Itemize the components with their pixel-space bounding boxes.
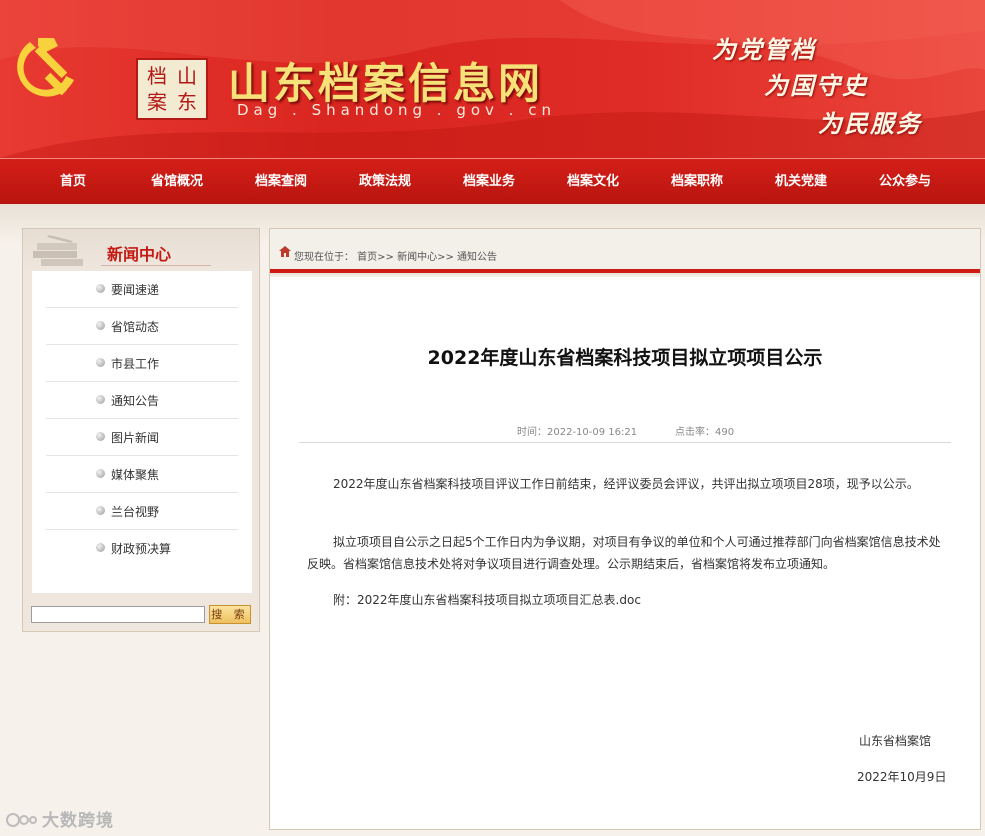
hammer-sickle-icon	[17, 38, 74, 97]
watermark-text: 大数跨境	[42, 811, 114, 831]
nav-item-public[interactable]: 公众参与	[879, 159, 931, 205]
sidebar-item-photo-news[interactable]: 图片新闻	[46, 419, 238, 456]
sidebar-item-museum-news[interactable]: 省馆动态	[46, 308, 238, 345]
bullet-icon	[96, 321, 105, 330]
nav-item-business[interactable]: 档案业务	[463, 159, 515, 205]
watermark-logo-icon	[6, 813, 37, 827]
seal-char: 案	[147, 90, 167, 114]
sidebar-item-label: 要闻速递	[111, 283, 160, 297]
search-input[interactable]	[31, 606, 205, 623]
meta-divider	[299, 442, 951, 443]
nav-item-party[interactable]: 机关党建	[775, 159, 827, 205]
bullet-icon	[96, 395, 105, 404]
slogan: 为国守史	[764, 71, 868, 100]
bullet-icon	[96, 469, 105, 478]
sidebar-item-media[interactable]: 媒体聚焦	[46, 456, 238, 493]
home-icon	[279, 246, 291, 257]
nav-item-overview[interactable]: 省馆概况	[151, 159, 203, 205]
site-domain: Dag . Shandong . gov . cn	[237, 101, 556, 119]
bullet-icon	[96, 543, 105, 552]
breadcrumb-bar: 您现在位于： 首页>> 新闻中心>> 通知公告	[270, 229, 980, 269]
hit-count: 点击率：490	[675, 427, 735, 438]
slogan: 为民服务	[818, 109, 922, 138]
sidebar-menu: 要闻速递 省馆动态 市县工作 通知公告 图片新闻 媒体聚焦 兰台视野 财政预决算	[32, 271, 252, 593]
sidebar-item-label: 媒体聚焦	[111, 468, 160, 482]
logo-seal: 档 山 案 东	[136, 58, 208, 120]
nav-item-culture[interactable]: 档案文化	[567, 159, 619, 205]
signature-org: 山东省档案馆	[859, 734, 932, 748]
bullet-icon	[96, 432, 105, 441]
sidebar-item-label: 省馆动态	[111, 320, 160, 334]
sidebar-item-notices[interactable]: 通知公告	[46, 382, 238, 419]
sidebar-item-headlines[interactable]: 要闻速递	[46, 271, 238, 308]
seal-char: 山	[177, 64, 197, 88]
sidebar-title: 新闻中心	[107, 245, 172, 264]
sidebar-title-underline	[101, 265, 211, 266]
header-divider	[270, 269, 980, 277]
article-paragraph: 2022年度山东省档案科技项目评议工作日前结束，经评议委员会评议，共评出拟立项项…	[333, 477, 919, 491]
publish-time: 时间：2022-10-09 16:21	[517, 427, 638, 438]
sidebar-item-label: 兰台视野	[111, 505, 160, 519]
nav-item-archive-lookup[interactable]: 档案查阅	[255, 159, 307, 205]
sidebar-item-label: 通知公告	[111, 394, 160, 408]
sidebar: 新闻中心 要闻速递 省馆动态 市县工作 通知公告 图片新闻 媒体聚焦 兰台视野 …	[22, 228, 260, 632]
breadcrumb[interactable]: 您现在位于： 首页>> 新闻中心>> 通知公告	[294, 248, 497, 263]
main-nav: 首页 省馆概况 档案查阅 政策法规 档案业务 档案文化 档案职称 机关党建 公众…	[0, 158, 985, 204]
seal-char: 档	[147, 64, 167, 88]
sidebar-item-lantai[interactable]: 兰台视野	[46, 493, 238, 530]
nav-item-policy[interactable]: 政策法规	[359, 159, 411, 205]
site-header: 档 山 案 东 山东档案信息网 Dag . Shandong . gov . c…	[0, 0, 985, 158]
sidebar-item-label: 图片新闻	[111, 431, 160, 445]
attachment-link[interactable]: 附：2022年度山东省档案科技项目拟立项项目汇总表.doc	[307, 589, 947, 611]
article-paragraph: 拟立项项目自公示之日起5个工作日内为争议期，对项目有争议的单位和个人可通过推荐部…	[307, 535, 941, 571]
bullet-icon	[96, 506, 105, 515]
nav-item-home[interactable]: 首页	[60, 159, 86, 205]
search-button[interactable]: 搜 索	[209, 605, 251, 624]
article-panel: 您现在位于： 首页>> 新闻中心>> 通知公告 2022年度山东省档案科技项目拟…	[269, 228, 981, 830]
signature-date: 2022年10月9日	[857, 770, 947, 784]
seal-char: 东	[177, 90, 197, 114]
sidebar-item-label: 市县工作	[111, 357, 160, 371]
slogan: 为党管档	[712, 35, 816, 64]
book-stack-icon	[33, 235, 83, 266]
watermark: 大数跨境	[6, 806, 114, 831]
sidebar-header: 新闻中心	[23, 229, 259, 271]
bullet-icon	[96, 284, 105, 293]
sidebar-item-label: 财政预决算	[111, 542, 172, 556]
sidebar-item-county-work[interactable]: 市县工作	[46, 345, 238, 382]
bullet-icon	[96, 358, 105, 367]
sidebar-item-budget[interactable]: 财政预决算	[46, 530, 238, 567]
article-title: 2022年度山东省档案科技项目拟立项项目公示	[427, 347, 823, 369]
nav-item-titles[interactable]: 档案职称	[671, 159, 723, 205]
